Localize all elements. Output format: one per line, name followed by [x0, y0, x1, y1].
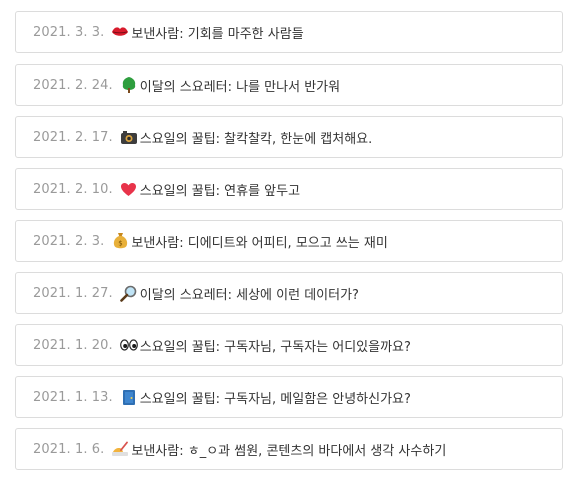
post-item[interactable]: 2021. 1. 20. 스요일의 꿀팁: 구독자님, 구독자는 어디있을까요? [15, 324, 563, 366]
post-date: 2021. 1. 20. [33, 337, 113, 353]
post-title: 스요일의 꿀팁: 연휴를 앞두고 [139, 183, 301, 199]
post-title: 스요일의 꿀팁: 찰칵찰칵, 한눈에 캡처해요. [139, 131, 373, 147]
heart-icon [120, 180, 138, 198]
post-date: 2021. 2. 17. [33, 129, 113, 145]
tree-icon [120, 76, 138, 94]
post-item[interactable]: 2021. 2. 3. $ 보낸사람: 디에디트와 어피티, 모으고 쓰는 재미 [15, 220, 563, 262]
post-item[interactable]: 2021. 1. 13. 스요일의 꿀팁: 구독자님, 메일함은 안녕하신가요? [15, 376, 563, 418]
post-item[interactable]: 2021. 1. 6. 보낸사람: ㅎ_ㅇ과 썸원, 콘텐츠의 바다에서 생각 … [15, 428, 563, 470]
post-item[interactable]: 2021. 2. 10. 스요일의 꿀팁: 연휴를 앞두고 [15, 168, 563, 210]
magnifier-icon [120, 284, 138, 302]
post-date: 2021. 1. 13. [33, 389, 113, 405]
post-date: 2021. 2. 24. [33, 77, 113, 93]
door-icon [120, 388, 138, 406]
lips-icon [111, 23, 129, 41]
post-date: 2021. 2. 10. [33, 181, 113, 197]
eyes-icon [119, 336, 138, 354]
svg-text:$: $ [118, 240, 122, 248]
post-title: 보낸사람: ㅎ_ㅇ과 썸원, 콘텐츠의 바다에서 생각 사수하기 [131, 443, 447, 459]
post-title: 보낸사람: 디에디트와 어피티, 모으고 쓰는 재미 [131, 235, 388, 251]
post-date: 2021. 3. 3. [33, 24, 105, 40]
post-title: 스요일의 꿀팁: 구독자님, 구독자는 어디있을까요? [139, 339, 411, 355]
post-title: 이달의 스요레터: 세상에 이런 데이터가? [139, 287, 359, 303]
post-title: 스요일의 꿀팁: 구독자님, 메일함은 안녕하신가요? [139, 391, 411, 407]
camera-icon [120, 128, 138, 146]
post-item[interactable]: 2021. 3. 3. 보낸사람: 기회를 마주한 사람들 [15, 11, 563, 53]
post-title: 이달의 스요레터: 나를 만나서 반가워 [139, 79, 341, 95]
post-item[interactable]: 2021. 2. 17. 스요일의 꿀팁: 찰칵찰칵, 한눈에 캡처해요. [15, 116, 563, 158]
post-date: 2021. 1. 27. [33, 285, 113, 301]
post-date: 2021. 2. 3. [33, 233, 105, 249]
money-bag-icon: $ [111, 232, 129, 250]
writing-hand-icon [111, 440, 129, 458]
post-title: 보낸사람: 기회를 마주한 사람들 [131, 26, 304, 42]
post-item[interactable]: 2021. 1. 27. 이달의 스요레터: 세상에 이런 데이터가? [15, 272, 563, 314]
post-item[interactable]: 2021. 2. 24. 이달의 스요레터: 나를 만나서 반가워 [15, 64, 563, 106]
post-list: 2021. 3. 3. 보낸사람: 기회를 마주한 사람들 2021. 2. 2… [0, 0, 580, 477]
post-date: 2021. 1. 6. [33, 441, 105, 457]
